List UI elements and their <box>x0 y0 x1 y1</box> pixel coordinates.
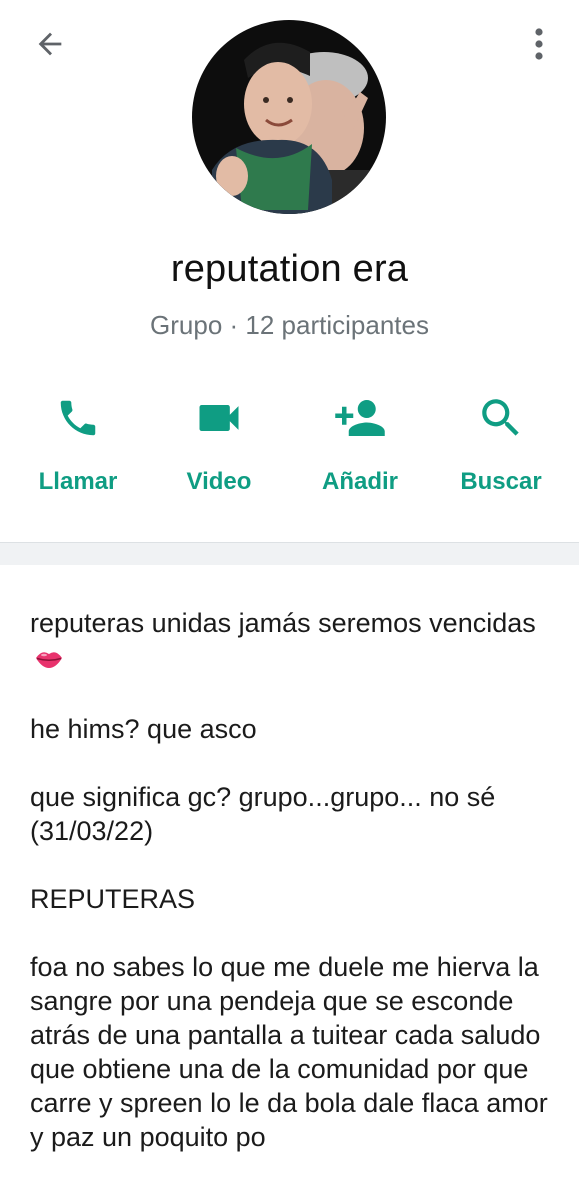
description-paragraph: que significa gc? grupo...grupo... no sé… <box>30 782 496 846</box>
more-options-button[interactable] <box>519 22 559 66</box>
description-paragraph: REPUTERAS <box>30 884 196 914</box>
description-text: reputeras unidas jamás seremos vencidas <box>30 608 536 638</box>
action-bar: Llamar Video Añadir Buscar <box>0 390 579 510</box>
add-participant-button[interactable]: Añadir <box>290 390 430 510</box>
video-camera-icon <box>191 390 247 446</box>
group-name: reputation era <box>170 248 409 290</box>
more-vertical-icon <box>535 28 543 60</box>
description-paragraph: he hims? que asco <box>30 714 257 744</box>
call-label: Llamar <box>38 468 118 495</box>
video-button[interactable]: Video <box>149 390 289 510</box>
group-description[interactable]: reputeras unidas jamás seremos vencidas … <box>30 606 551 1188</box>
description-paragraph: reputeras unidas jamás seremos vencidas <box>30 606 551 678</box>
group-info-screen: reputation era Grupo · 12 participantes … <box>0 0 579 1200</box>
arrow-left-icon <box>38 32 62 56</box>
search-icon <box>473 390 529 446</box>
add-label: Añadir <box>321 468 398 495</box>
back-button[interactable] <box>26 24 74 64</box>
add-person-icon <box>332 390 388 446</box>
group-subtitle: Grupo · 12 participantes <box>150 310 429 340</box>
group-avatar[interactable] <box>192 20 386 214</box>
video-label: Video <box>186 468 252 495</box>
group-photo <box>192 20 386 214</box>
phone-icon <box>50 390 106 446</box>
description-paragraph: foa no sabes lo que me duele me hierva l… <box>30 952 548 1152</box>
section-divider <box>0 542 579 565</box>
search-label: Buscar <box>460 468 542 495</box>
search-button[interactable]: Buscar <box>431 390 571 510</box>
lips-kiss-emoji <box>34 644 64 678</box>
call-button[interactable]: Llamar <box>8 390 148 510</box>
